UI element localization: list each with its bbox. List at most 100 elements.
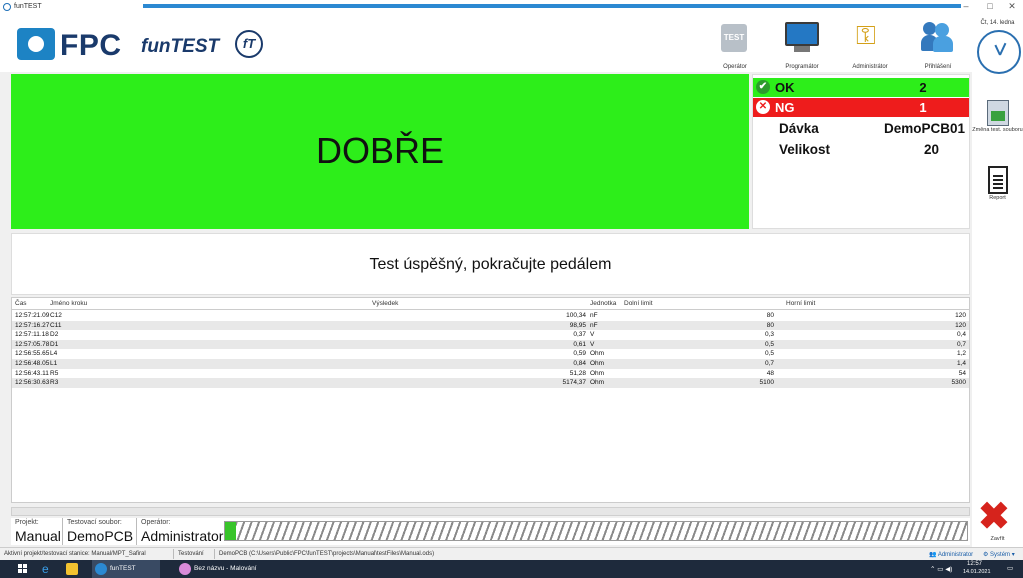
cell-step: R3 bbox=[50, 379, 59, 387]
cell-result: 5174,37 bbox=[562, 379, 587, 387]
ok-counter-row: ✔ OK 2 bbox=[753, 78, 969, 97]
funtest-taskbar-icon bbox=[95, 563, 107, 575]
col-high-header[interactable]: Horní limit bbox=[786, 300, 815, 307]
report-icon bbox=[987, 166, 1008, 194]
ok-count: 2 bbox=[919, 80, 927, 95]
date-label[interactable]: Čt, 14. ledna bbox=[972, 20, 1023, 26]
system-menu[interactable]: ⚙ Systém ▾ bbox=[983, 551, 1015, 558]
window-title: funTEST bbox=[14, 3, 42, 10]
taskbar-time[interactable]: 12:57 bbox=[967, 561, 982, 567]
testfile-caption: Testovací soubor: bbox=[67, 519, 122, 526]
state-status: Testování bbox=[178, 551, 204, 557]
cell-unit: V bbox=[590, 340, 595, 348]
operator-block: Operátor: Administrator bbox=[137, 518, 223, 545]
col-result-header[interactable]: Výsledek bbox=[372, 300, 398, 307]
administrator-button[interactable]: ⚿ Administrátor bbox=[842, 18, 898, 72]
minimize-button[interactable]: – bbox=[959, 1, 973, 13]
cell-high: 5300 bbox=[951, 379, 966, 387]
project-caption: Projekt: bbox=[15, 519, 39, 526]
tray-icons[interactable]: ⌃ ▭ ◀) bbox=[930, 565, 952, 573]
cell-high: 0,4 bbox=[956, 331, 966, 339]
cell-time: 12:57:16.27 bbox=[15, 321, 50, 329]
cell-result: 100,34 bbox=[566, 312, 586, 319]
table-row[interactable]: 12:57:21.09 C12 100,34 nF 80 120 bbox=[12, 311, 969, 321]
cell-high: 120 bbox=[955, 321, 966, 329]
cell-time: 12:56:48.05 bbox=[15, 360, 50, 367]
bottom-info-bar: Projekt: Manual Testovací soubor: DemoPC… bbox=[11, 518, 970, 545]
windows-taskbar: e funTEST Bez názvu - Malování ⌃ ▭ ◀) 12… bbox=[0, 560, 1023, 578]
maximize-button[interactable]: □ bbox=[983, 1, 997, 13]
report-button[interactable]: Report bbox=[972, 166, 1023, 202]
cell-time: 12:56:55.65 bbox=[15, 350, 50, 358]
cell-step: C12 bbox=[50, 312, 62, 319]
programmer-label: Programátor bbox=[785, 64, 819, 70]
cell-result: 51,28 bbox=[569, 369, 586, 377]
login-button[interactable]: Přihlášení bbox=[910, 18, 966, 72]
results-table[interactable]: Čas Jméno kroku Výsledek Jednotka Dolní … bbox=[11, 297, 970, 503]
table-row[interactable]: 12:56:43.11 R5 51,28 Ohm 48 54 bbox=[12, 369, 969, 379]
close-app-button[interactable]: ✖ Zavřít bbox=[972, 498, 1023, 546]
table-row[interactable]: 12:56:30.63 R3 5174,37 Ohm 5100 5300 bbox=[12, 378, 969, 388]
col-time-header[interactable]: Čas bbox=[15, 300, 27, 307]
cell-step: R5 bbox=[50, 369, 59, 377]
paint-taskbar-icon bbox=[179, 563, 191, 575]
ok-label: OK bbox=[775, 80, 795, 95]
windows-start-icon[interactable] bbox=[18, 564, 28, 574]
col-step-header[interactable]: Jméno kroku bbox=[50, 300, 87, 307]
cell-result: 0,61 bbox=[573, 340, 586, 348]
ng-count: 1 bbox=[919, 100, 927, 115]
col-unit-header[interactable]: Jednotka bbox=[590, 300, 616, 307]
table-row[interactable]: 12:56:55.65 L4 0,59 Ohm 0,5 1,2 bbox=[12, 349, 969, 359]
cell-high: 0,7 bbox=[956, 340, 966, 348]
table-horizontal-scrollbar[interactable] bbox=[11, 507, 970, 516]
operator-button[interactable]: TEST Operátor bbox=[707, 18, 763, 72]
table-row[interactable]: 12:57:11.18 D2 0,37 V 0,3 0,4 bbox=[12, 330, 969, 340]
clock-icon bbox=[977, 30, 1021, 74]
close-window-button[interactable]: ✕ bbox=[1005, 1, 1019, 13]
taskbar-date[interactable]: 14.01.2021 bbox=[963, 569, 991, 575]
file-explorer-icon[interactable] bbox=[66, 563, 78, 575]
taskbar-app-paint[interactable]: Bez názvu - Malování bbox=[176, 560, 286, 578]
login-label: Přihlášení bbox=[924, 64, 952, 70]
cell-time: 12:57:05.78 bbox=[15, 340, 50, 348]
fpc-logo-text: FPC bbox=[60, 29, 122, 62]
user-status[interactable]: 👥 Administrator bbox=[929, 551, 973, 558]
table-row[interactable]: 12:57:05.78 D1 0,61 V 0,5 0,7 bbox=[12, 339, 969, 350]
result-panel: DOBŘE bbox=[11, 74, 749, 229]
cell-step: C11 bbox=[50, 321, 62, 329]
cell-unit: V bbox=[590, 331, 595, 339]
taskbar-app-funtest[interactable]: funTEST bbox=[92, 560, 160, 578]
change-test-file-button[interactable]: Změna test. souboru bbox=[972, 100, 1023, 134]
testfile-value: DemoPCB bbox=[67, 528, 134, 544]
cell-high: 1,2 bbox=[956, 350, 966, 358]
ng-counter-row: ✕ NG 1 bbox=[753, 98, 969, 117]
table-row[interactable]: 12:56:48.05 L1 0,84 Ohm 0,7 1,4 bbox=[12, 359, 969, 369]
table-row[interactable]: 12:57:16.27 C11 98,95 nF 80 120 bbox=[12, 320, 969, 331]
cell-unit: Ohm bbox=[590, 350, 605, 358]
app-header: FPC funTEST fT TEST Operátor Programátor… bbox=[0, 14, 972, 72]
taskbar-app-funtest-label: funTEST bbox=[110, 565, 136, 572]
cell-result: 98,95 bbox=[569, 321, 586, 329]
operator-label: Operátor bbox=[723, 64, 747, 70]
project-value: Manual bbox=[15, 528, 61, 544]
check-icon: ✔ bbox=[756, 80, 770, 94]
result-text: DOBŘE bbox=[315, 130, 445, 171]
file-change-icon bbox=[986, 100, 1009, 126]
notifications-icon[interactable]: ▭ bbox=[1007, 564, 1013, 572]
cell-result: 0,37 bbox=[573, 331, 586, 339]
cell-high: 1,4 bbox=[956, 360, 966, 367]
cell-high: 120 bbox=[955, 312, 966, 319]
cell-low: 5100 bbox=[759, 379, 774, 387]
progress-fill bbox=[225, 522, 237, 540]
table-header: Čas Jméno kroku Výsledek Jednotka Dolní … bbox=[12, 298, 969, 310]
cell-step: L4 bbox=[50, 350, 58, 358]
test-icon: TEST bbox=[721, 24, 747, 52]
size-row: Velikost 20 bbox=[753, 140, 969, 160]
programmer-button[interactable]: Programátor bbox=[774, 18, 830, 72]
close-app-label: Zavřít bbox=[990, 536, 1005, 542]
edge-icon[interactable]: e bbox=[42, 563, 54, 575]
monitor-icon bbox=[785, 22, 819, 46]
error-icon: ✕ bbox=[756, 100, 770, 114]
col-low-header[interactable]: Dolní limit bbox=[624, 300, 653, 307]
cell-low: 80 bbox=[766, 312, 774, 319]
